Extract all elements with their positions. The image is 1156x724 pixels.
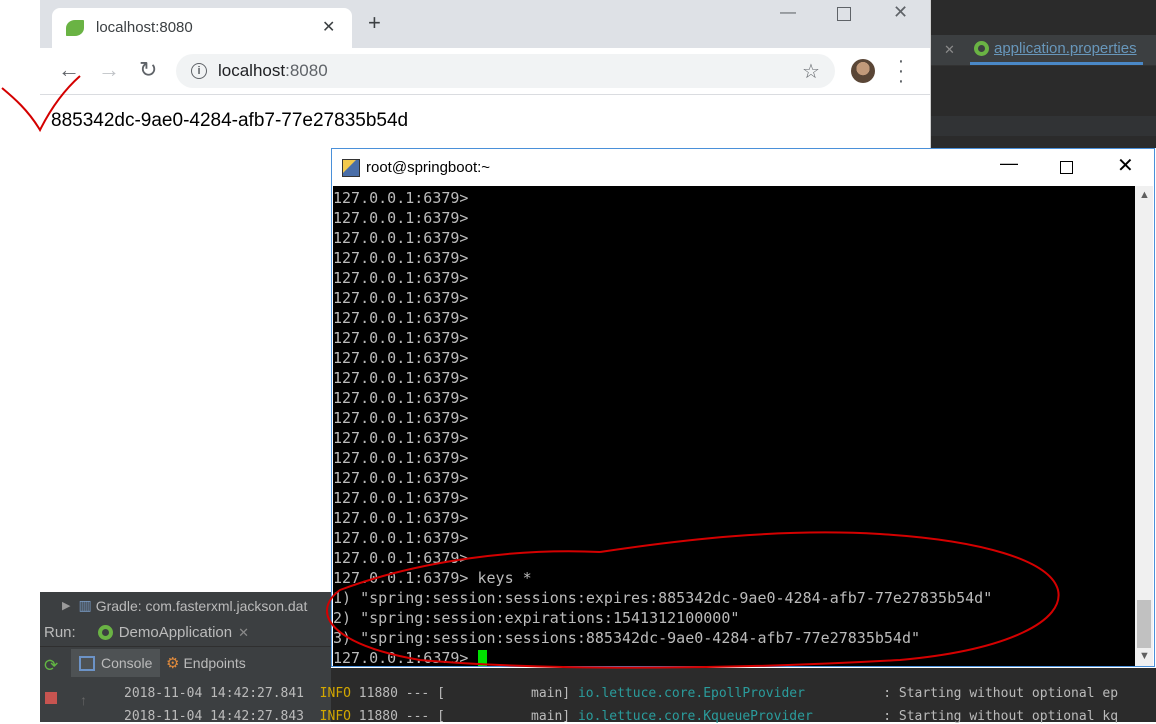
new-tab-icon[interactable]: + (368, 12, 381, 34)
spring-icon (974, 41, 989, 56)
gradle-label: Gradle: com.fasterxml.jackson.dat (95, 597, 308, 614)
editor-tab-application-properties[interactable]: application.properties (970, 35, 1143, 65)
expand-icon[interactable]: ▶ (62, 599, 70, 612)
terminal-line: 127.0.0.1:6379> (333, 409, 469, 427)
log-time: 2018-11-04 14:42:27.841 (124, 686, 305, 701)
terminal-line: 127.0.0.1:6379> (333, 209, 469, 227)
tab-endpoints-label: Endpoints (183, 655, 246, 671)
library-icon: ▥ (78, 597, 92, 613)
menu-dots-icon[interactable]: · · · (897, 51, 905, 91)
url-port: :8080 (285, 61, 328, 80)
terminal-line: 1) "spring:session:sessions:expires:8853… (333, 589, 993, 607)
maximize-icon[interactable] (837, 7, 851, 21)
tab-endpoints[interactable]: ⚙ Endpoints (162, 649, 250, 677)
terminal-line: 127.0.0.1:6379> (333, 309, 469, 327)
terminal-line: 127.0.0.1:6379> (333, 369, 469, 387)
address-bar[interactable]: i localhost:8080 ☆ (176, 54, 835, 88)
log-thread: 11880 --- [ main] (350, 686, 578, 701)
log-line: 2018-11-04 14:42:27.841 INFO 11880 --- [… (124, 686, 1118, 701)
terminal-window: root@springboot:~ — ✕ 127.0.0.1:6379> 127… (331, 148, 1155, 667)
scroll-down-icon[interactable]: ▼ (1139, 650, 1150, 662)
terminal-line: 127.0.0.1:6379> (333, 349, 469, 367)
terminal-line: 127.0.0.1:6379> (333, 449, 469, 467)
terminal-line: 127.0.0.1:6379> (333, 389, 469, 407)
run-label: Run: (44, 624, 76, 641)
run-config-tab[interactable]: DemoApplication ✕ (97, 624, 249, 641)
terminal-line: 127.0.0.1:6379> (333, 509, 469, 527)
terminal-output: 127.0.0.1:6379> 127.0.0.1:6379> 127.0.0.1:… (333, 188, 992, 666)
terminal-line: 127.0.0.1:6379> (333, 529, 469, 547)
session-id-text: 885342dc-9ae0-4284-afb7-77e27835b54d (51, 110, 409, 131)
close-icon[interactable]: ✕ (238, 625, 249, 641)
terminal-title: root@springboot:~ (366, 159, 491, 176)
maximize-icon[interactable] (1060, 161, 1073, 174)
terminal-prompt-line: 127.0.0.1:6379> (333, 648, 992, 666)
info-icon[interactable]: i (191, 63, 207, 79)
terminal-line: 127.0.0.1:6379> (333, 229, 469, 247)
endpoints-icon: ⚙ (166, 655, 180, 672)
terminal-prompt: 127.0.0.1:6379> (333, 649, 478, 666)
window-close-icon[interactable]: ✕ (1117, 153, 1134, 178)
editor-tab-label: application.properties (994, 40, 1137, 57)
scroll-thumb[interactable] (1137, 600, 1151, 648)
tab-close-icon[interactable]: ✕ (322, 17, 335, 37)
url-host: localhost (218, 61, 286, 80)
url-text[interactable]: localhost:8080 (218, 61, 328, 81)
scroll-up-icon[interactable]: ▲ (1139, 189, 1150, 201)
console-icon (79, 655, 95, 671)
run-tool-tabs: ⟳ Console ⚙ Endpoints (40, 646, 331, 679)
stop-icon[interactable] (45, 692, 57, 704)
terminal-line: 127.0.0.1:6379> (333, 489, 469, 507)
window-close-icon[interactable]: ✕ (893, 2, 908, 23)
terminal-scrollbar[interactable]: ▲ ▼ (1135, 186, 1153, 666)
run-config-label: DemoApplication (118, 624, 233, 641)
terminal-line: 127.0.0.1:6379> (333, 189, 469, 207)
tab-console-label: Console (101, 655, 153, 671)
spring-favicon-icon (66, 20, 84, 36)
bookmark-star-icon[interactable]: ☆ (802, 59, 820, 84)
ide-left-gutter (0, 0, 40, 722)
forward-arrow-icon[interactable]: → (98, 57, 120, 83)
ide-editor-strip (930, 116, 1156, 136)
terminal-line: 127.0.0.1:6379> keys * (333, 569, 532, 587)
terminal-screen[interactable]: 127.0.0.1:6379> 127.0.0.1:6379> 127.0.0.1:… (333, 186, 1135, 666)
terminal-line: 127.0.0.1:6379> (333, 249, 469, 267)
browser-tab-title: localhost:8080 (96, 19, 193, 36)
run-toolbar: Run: DemoApplication ✕ (40, 619, 331, 646)
terminal-line: 3) "spring:session:sessions:885342dc-9ae… (333, 629, 920, 647)
log-class: io.lettuce.core.EpollProvider (577, 686, 805, 701)
browser-tab[interactable]: localhost:8080 ✕ (52, 8, 352, 48)
terminal-line: 127.0.0.1:6379> (333, 549, 469, 567)
close-icon[interactable]: ✕ (944, 42, 955, 58)
log-message: : Starting without optional ep (804, 686, 1119, 701)
profile-avatar[interactable] (851, 59, 875, 83)
scroll-up-icon[interactable]: ↑ (80, 692, 87, 708)
reload-icon[interactable]: ↻ (139, 57, 157, 83)
rerun-icon[interactable]: ⟳ (44, 656, 58, 676)
tab-console[interactable]: Console (71, 649, 161, 677)
terminal-line: 2) "spring:session:expirations:154131210… (333, 609, 740, 627)
terminal-line: 127.0.0.1:6379> (333, 269, 469, 287)
browser-toolbar: ← → ↻ i localhost:8080 ☆ · · · (40, 48, 930, 95)
ide-editor-tabbar: ✕ application.properties (930, 35, 1156, 66)
log-level: INFO (319, 686, 351, 701)
spring-icon (97, 625, 113, 640)
browser-titlebar: localhost:8080 ✕ + — ✕ (40, 0, 930, 48)
putty-icon[interactable] (342, 159, 360, 177)
terminal-line: 127.0.0.1:6379> (333, 329, 469, 347)
terminal-titlebar: root@springboot:~ — ✕ (332, 149, 1154, 186)
minimize-icon[interactable]: — (780, 4, 796, 22)
gradle-tree-item[interactable]: ▶ ▥ Gradle: com.fasterxml.jackson.dat (40, 592, 331, 619)
back-arrow-icon[interactable]: ← (58, 57, 80, 83)
minimize-icon[interactable]: — (1000, 153, 1018, 174)
terminal-line: 127.0.0.1:6379> (333, 469, 469, 487)
terminal-line: 127.0.0.1:6379> (333, 429, 469, 447)
terminal-cursor (477, 650, 487, 666)
terminal-line: 127.0.0.1:6379> (333, 289, 469, 307)
